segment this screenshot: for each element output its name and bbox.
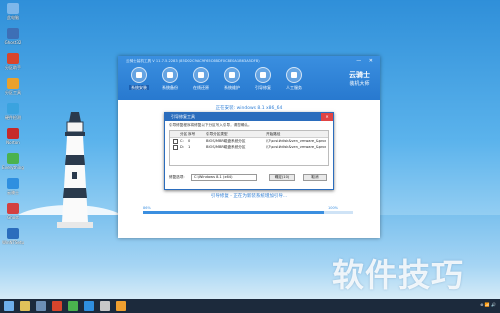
nav-icon [286,67,302,83]
system-tray[interactable]: ⊕ 📶 🔊 [480,302,496,307]
window-header: 云骑士装机工具 V 11.7.5.2283 (85D02C9AC9F65C6BD… [118,56,380,100]
nav-item[interactable]: 系统维护 [219,67,245,91]
dialog-footer: 修复选项: C:\Windows 8.1 (x64) 确定(10) 取消 [169,174,329,181]
app-icon [7,3,19,14]
desktop-icon[interactable]: 此电脑 [2,3,24,21]
nav-label: 系统备份 [162,85,178,90]
desktop-icon-label: 云骑士 [7,190,19,195]
row-partition: D: [180,145,184,149]
nav-icon [131,67,147,83]
desktop-icon[interactable]: 硬件检测 [2,103,24,121]
desktop-icon-label: 分区助手 [5,65,21,70]
boot-repair-dialog[interactable]: 引导修复工具 ✕ 引导修复程序将修复以下分区写入引导，请您确认。 分区 序号 引… [164,112,334,190]
progress-total: 100% [328,206,339,210]
nav-label: 在线还原 [193,85,209,90]
nav-icon [224,67,240,83]
repair-option-select[interactable]: C:\Windows 8.1 (x64) [191,174,257,181]
install-status: 正在安装: windows 8.1 x86_64 [215,106,283,111]
brand-name: 云骑士 [349,71,370,79]
partition-icon[interactable] [52,301,62,311]
app-icon [7,53,19,64]
nav-item[interactable]: 系统备份 [157,67,183,91]
app-icon [7,203,19,214]
desktop-icon-label: Everything [2,165,24,170]
app-icon [7,153,19,164]
ok-button[interactable]: 确定(10) [269,174,295,181]
dialog-description: 引导修复程序将修复以下分区写入引导，请您确认。 [169,123,252,127]
app-icon [7,103,19,114]
desktop-icon[interactable]: Norton [2,128,24,145]
table-row[interactable]: D: 1 BIOS/MBR磁盘系统分区 \\?\scsi#disk&ven_vm… [170,144,328,150]
nav-label: 人工服务 [286,85,302,90]
col-type: 引导分区类型 [206,132,228,136]
desktop-icon-label: 此电脑 [7,15,19,20]
network-icon[interactable] [36,301,46,311]
dialog-title: 引导修复工具 [171,114,195,119]
nav-icon [193,67,209,83]
row-type: BIOS/MBR磁盘系统分区 [206,145,246,149]
explorer-icon[interactable] [20,301,30,311]
brand-logo: 云骑士 装机大师 [349,70,370,87]
progress-percent: 86% [143,206,151,210]
desktop-icon-label: 硬件检测 [5,115,21,120]
tool-icon[interactable] [68,301,78,311]
partition-table: 分区 序号 引导分区类型 开始路径 C: 0 BIOS/MBR磁盘系统分区 \\… [169,130,329,166]
desktop-icon-label: 分区工具 [5,90,21,95]
desktop-icon-label: Norton [6,140,20,145]
progress-fill [143,211,324,214]
repair-option-label: 修复选项: [169,175,185,179]
watermark: 软件技巧 [332,256,465,294]
nav-item[interactable]: 在线还原 [188,67,214,91]
cancel-button[interactable]: 取消 [303,174,327,181]
nav-item[interactable]: 系统安装 [126,67,152,91]
desktop-icon-label: Ghost32 [4,40,22,45]
col-index: 序号 [188,132,196,136]
row-checkbox[interactable] [173,144,178,150]
desktop-icon[interactable]: 分区助手 [2,53,24,71]
desktop-icon[interactable]: Ghost32 [2,28,24,45]
nav-item[interactable]: 引导修复 [250,67,276,91]
app-icon [7,78,19,89]
progress-bar [143,211,353,214]
row-index: 1 [188,145,191,149]
window-title: 云骑士装机工具 V 11.7.5.2283 (85D02C9AC9F65C6BD… [126,59,260,63]
desktop-icon[interactable]: 云骑士 [2,178,24,196]
close-icon[interactable]: ✕ [321,113,333,121]
window-controls[interactable]: — ✕ [356,58,376,64]
repair-icon[interactable] [100,301,110,311]
nav-label: 系统安装 [129,85,149,90]
nav-label: 系统维护 [224,85,240,90]
dialog-header: 引导修复工具 ✕ [165,113,333,121]
row-checkbox[interactable] [173,138,178,144]
table-header: 分区 序号 引导分区类型 开始路径 [170,131,328,138]
yunqishi-icon[interactable] [84,301,94,311]
brand-sub: 装机大师 [349,81,370,87]
lighthouse-image [57,112,93,228]
start-icon[interactable] [4,301,14,311]
browser-icon[interactable] [116,301,126,311]
col-path: 开始路径 [266,132,281,136]
nav-icon [255,67,271,83]
app-icon [7,28,19,39]
taskbar: ⊕ 📶 🔊 [0,299,500,313]
desktop-icon[interactable]: 分区工具 [2,78,24,96]
nav-label: 引导修复 [255,85,271,90]
app-icon [7,228,19,239]
repair-status: 引导修复 - 正在为新装系统增加引导... [210,194,288,199]
desktop-icon[interactable]: WinNTSetup [2,228,24,245]
nav-icon [162,67,178,83]
desktop-icon-label: Ghost [7,215,19,220]
row-path: \\?\scsi#disk&ven_vmware_&prod [266,145,326,149]
col-partition: 分区 [180,132,188,136]
desktop-icon[interactable]: Ghost [2,203,24,220]
desktop-icon[interactable]: Everything [2,153,24,170]
app-icon [7,128,19,139]
app-icon [7,178,19,189]
nav-item[interactable]: 人工服务 [281,67,307,91]
desktop-icon-label: WinNTSetup [2,240,24,245]
